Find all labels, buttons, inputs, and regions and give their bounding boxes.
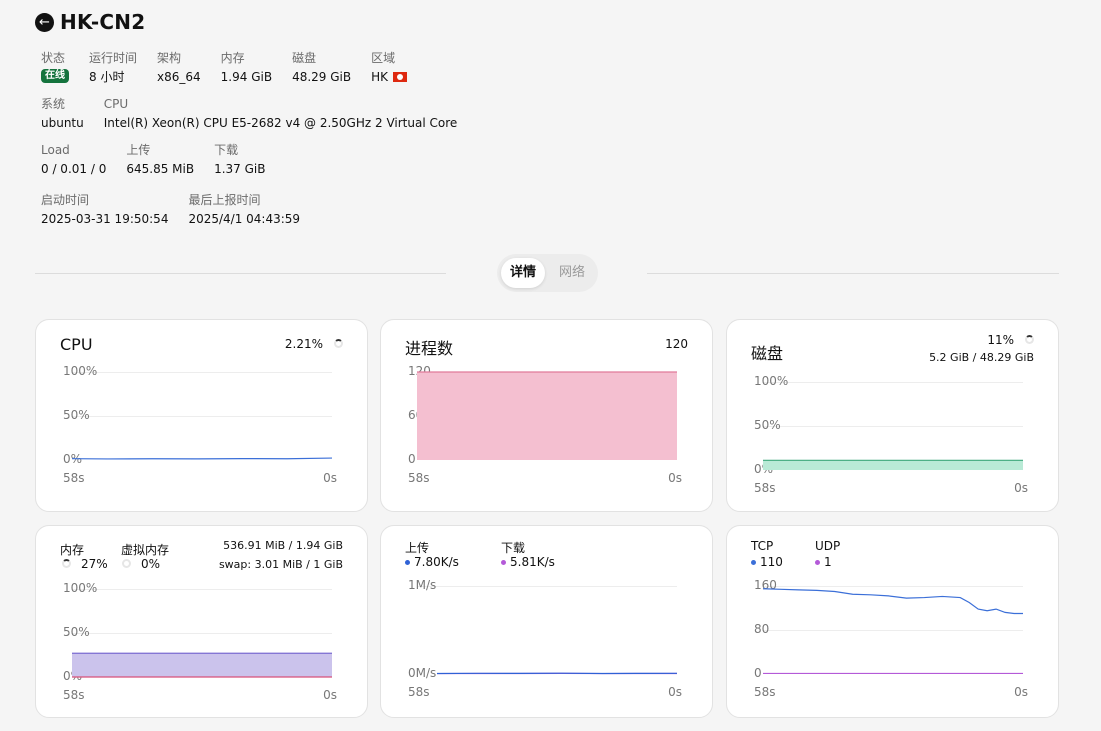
x-tick-end: 0s xyxy=(668,685,682,699)
connections-card: TCP 110 UDP 1 160 80 0 58s 0s xyxy=(726,525,1059,718)
hk-flag-icon xyxy=(393,72,408,82)
info-upload-total: 上传 645.85 MiB xyxy=(126,143,195,176)
x-tick-end: 0s xyxy=(1014,481,1028,495)
swap-progress-ring-icon xyxy=(122,559,131,568)
info-region: 区域 HK xyxy=(371,50,408,85)
info-load: Load 0 / 0.01 / 0 xyxy=(41,143,107,176)
back-arrow-icon[interactable]: ← xyxy=(35,12,54,32)
tcp-label: TCP xyxy=(751,539,774,553)
disk-series-fill xyxy=(763,460,1023,470)
download-speed: 5.81K/s xyxy=(501,555,555,569)
memory-card: 内存 27% 虚拟内存 0% 536.91 MiB / 1.94 GiB swa… xyxy=(35,525,368,718)
download-label: 下载 xyxy=(501,541,526,555)
memory-progress-ring-icon xyxy=(62,559,71,568)
info-download-total: 下载 1.37 GiB xyxy=(214,143,266,176)
info-row-times: 启动时间 2025-03-31 19:50:54 最后上报时间 2025/4/1… xyxy=(41,192,320,227)
info-row-status: 状态 在线 运行时间 8 小时 架构 x86_64 内存 1.94 GiB 磁盘… xyxy=(41,50,427,85)
tcp-dot-icon xyxy=(751,560,756,565)
info-os: 系统 ubuntu xyxy=(41,97,84,130)
y-tick: 0 xyxy=(408,452,416,466)
info-row-traffic: Load 0 / 0.01 / 0 上传 645.85 MiB 下载 1.37 … xyxy=(41,142,285,177)
x-tick-end: 0s xyxy=(323,688,337,702)
info-cpu: CPU Intel(R) Xeon(R) CPU E5-2682 v4 @ 2.… xyxy=(103,97,458,130)
process-series-fill xyxy=(417,372,677,460)
tab-network[interactable]: 网络 xyxy=(550,258,594,288)
memory-usage-detail: 536.91 MiB / 1.94 GiB xyxy=(223,539,343,552)
disk-area-chart xyxy=(763,459,1023,470)
cpu-usage-value: 2.21% xyxy=(284,337,323,351)
process-card-title: 进程数 xyxy=(405,339,454,358)
connections-line-chart xyxy=(762,588,1023,675)
x-tick-end: 0s xyxy=(323,471,337,485)
tcp-count: 110 xyxy=(751,555,783,569)
memory-usage-value: 27% xyxy=(81,557,108,571)
x-tick-end: 0s xyxy=(1014,685,1028,699)
cpu-series-line xyxy=(71,457,333,460)
memory-label: 内存 xyxy=(60,543,85,557)
cpu-card: CPU 2.21% 100% 50% 0% 58s 0s xyxy=(35,319,368,512)
info-boot-time: 启动时间 2025-03-31 19:50:54 xyxy=(41,193,169,226)
divider-left xyxy=(35,273,446,274)
server-title: HK-CN2 xyxy=(60,10,146,34)
udp-label: UDP xyxy=(815,539,841,553)
x-tick-start: 58s xyxy=(754,481,776,495)
info-uptime: 运行时间 8 小时 xyxy=(89,51,138,84)
swap-label: 虚拟内存 xyxy=(121,543,170,557)
upload-speed: 7.80K/s xyxy=(405,555,459,569)
disk-progress-ring-icon xyxy=(1025,335,1034,344)
process-area-chart xyxy=(417,371,677,460)
info-memory: 内存 1.94 GiB xyxy=(220,51,273,84)
disk-card: 磁盘 11% 5.2 GiB / 48.29 GiB 100% 50% 0% 5… xyxy=(726,319,1059,512)
upload-label: 上传 xyxy=(405,541,430,555)
cpu-card-title: CPU xyxy=(60,335,93,354)
x-tick-start: 58s xyxy=(408,471,430,485)
server-header: ← HK-CN2 xyxy=(35,10,145,34)
cpu-progress-ring-icon xyxy=(334,339,343,348)
memory-area-chart xyxy=(72,652,332,678)
network-card: 上传 7.80K/s 下载 5.81K/s 1M/s 0M/s 58s 0s xyxy=(380,525,713,718)
y-tick: 1M/s xyxy=(408,578,437,592)
network-line-chart xyxy=(436,672,678,675)
udp-dot-icon xyxy=(815,560,820,565)
status-badge: 在线 xyxy=(41,69,69,83)
cpu-line-chart xyxy=(71,457,333,460)
tcp-series-line xyxy=(762,588,1023,615)
view-tabs: 详情 网络 xyxy=(497,254,598,292)
swap-usage-value: 0% xyxy=(141,557,161,571)
tab-details[interactable]: 详情 xyxy=(501,258,545,288)
disk-usage-detail: 5.2 GiB / 48.29 GiB xyxy=(929,351,1034,364)
x-tick-start: 58s xyxy=(754,685,776,699)
x-tick-start: 58s xyxy=(63,688,85,702)
disk-card-title: 磁盘 xyxy=(751,344,784,363)
disk-usage-value: 11% xyxy=(987,333,1014,347)
process-count-value: 120 xyxy=(665,337,688,351)
upload-dot-icon xyxy=(405,560,410,565)
info-disk: 磁盘 48.29 GiB xyxy=(292,51,352,84)
x-tick-end: 0s xyxy=(668,471,682,485)
memory-series-fill xyxy=(72,653,332,677)
divider-right xyxy=(647,273,1059,274)
info-arch: 架构 x86_64 xyxy=(157,51,201,84)
x-tick-start: 58s xyxy=(63,471,85,485)
download-dot-icon xyxy=(501,560,506,565)
info-row-system: 系统 ubuntu CPU Intel(R) Xeon(R) CPU E5-26… xyxy=(41,96,477,131)
y-tick: 0M/s xyxy=(408,666,437,680)
swap-usage-detail: swap: 3.01 MiB / 1 GiB xyxy=(218,558,343,571)
info-status: 状态 在线 xyxy=(41,50,69,85)
x-tick-start: 58s xyxy=(408,685,430,699)
y-tick: 0 xyxy=(754,666,762,680)
process-card: 进程数 120 120 60 0 58s 0s xyxy=(380,319,713,512)
udp-count: 1 xyxy=(815,555,832,569)
info-last-report: 最后上报时间 2025/4/1 04:43:59 xyxy=(188,193,301,226)
